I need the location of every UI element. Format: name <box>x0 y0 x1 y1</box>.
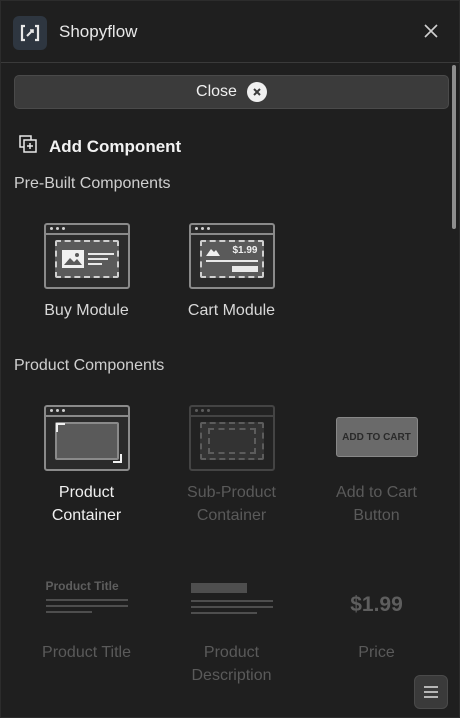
image-icon <box>61 250 84 268</box>
tile-label: Cart Module <box>187 302 276 319</box>
tile-product-description[interactable]: Product Description <box>159 579 304 687</box>
component-panel: Shopyflow Close Add Component Pre-Built … <box>0 0 460 718</box>
tile-label-line-2: Button <box>353 507 400 524</box>
cart-module-art: $1.99 <box>188 223 275 289</box>
add-component-label: Add Component <box>49 136 182 156</box>
tile-label-line-1: Add to Cart <box>336 484 417 501</box>
tile-label-line-1: Product <box>58 484 115 501</box>
prebuilt-components-label: Pre-Built Components <box>14 175 171 192</box>
tile-price[interactable]: $1.99 Price <box>304 579 449 664</box>
cart-art-price: $1.99 <box>232 245 258 256</box>
tile-label: Buy Module <box>44 302 129 319</box>
tile-label-line-2: Description <box>191 667 272 684</box>
tile-label-line-1: Sub-Product <box>187 484 276 501</box>
product-description-art <box>190 579 273 631</box>
tile-label: Add to Cart Button <box>336 481 417 527</box>
buy-module-art <box>43 223 130 289</box>
sub-product-container-art <box>188 405 275 471</box>
tile-add-to-cart-button[interactable]: ADD TO CART Add to Cart Button <box>304 405 449 527</box>
tile-sub-product-container[interactable]: Sub-Product Container <box>159 405 304 527</box>
product-components-label: Product Components <box>14 357 165 374</box>
app-title: Shopyflow <box>59 22 138 41</box>
panel-header: Shopyflow <box>1 1 459 63</box>
product-title-art-text: Product Title <box>45 579 119 593</box>
menu-icon[interactable] <box>414 675 448 709</box>
product-container-art <box>43 405 130 471</box>
tile-label: Sub-Product Container <box>187 481 276 527</box>
price-art-text: $1.99 <box>350 593 403 616</box>
product-title-art: Product Title <box>45 579 128 631</box>
tile-label-line-1: Price <box>358 644 395 661</box>
tile-label-line-2: Container <box>196 507 267 524</box>
tile-product-container[interactable]: Product Container <box>14 405 159 527</box>
tile-label: Product Description <box>191 641 271 687</box>
add-component-heading: Add Component <box>19 135 181 158</box>
scrollbar-thumb[interactable] <box>452 65 456 229</box>
price-art: $1.99 <box>336 579 418 631</box>
add-to-cart-art-label: ADD TO CART <box>335 417 418 457</box>
close-circle-icon <box>246 82 267 102</box>
close-button-label: Close <box>196 83 237 100</box>
tile-label: Price <box>358 641 394 664</box>
tile-label: Product Container <box>52 481 121 527</box>
tile-label-line-2: Container <box>51 507 122 524</box>
tile-buy-module[interactable]: Buy Module <box>14 223 159 322</box>
close-button[interactable]: Close <box>14 75 449 109</box>
add-to-cart-art: ADD TO CART <box>335 405 418 471</box>
tile-label: Product Title <box>42 641 131 664</box>
add-square-icon <box>19 135 37 158</box>
tile-label-line-1: Product <box>203 644 260 661</box>
tile-cart-module[interactable]: $1.99 Cart Module <box>159 223 304 322</box>
close-icon[interactable] <box>421 21 441 41</box>
tile-product-title[interactable]: Product Title Product Title <box>14 579 159 664</box>
tile-label-line-1: Product Title <box>42 644 131 661</box>
bracket-logo-icon <box>13 16 47 50</box>
